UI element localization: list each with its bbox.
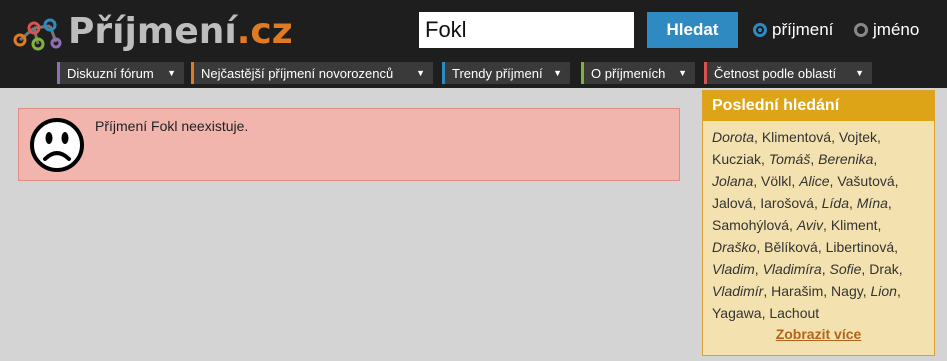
recent-search-link[interactable]: Lída [822, 195, 849, 211]
recent-search-link[interactable]: Völkl [761, 173, 791, 189]
nav-item-label: O příjmeních [591, 65, 666, 81]
nav-item-label: Trendy příjmení [452, 65, 543, 81]
recent-search-link[interactable]: Libertinová [826, 239, 895, 255]
radio-checked-icon [753, 23, 767, 37]
site-logo[interactable]: Příjmení.cz [12, 8, 293, 56]
recent-search-link[interactable]: Iarošová [760, 195, 814, 211]
recent-search-link[interactable]: Jolana [712, 173, 753, 189]
recent-search-link[interactable]: Samohýlová [712, 217, 789, 233]
search-button[interactable]: Hledat [647, 12, 738, 48]
dropdown-arrow-icon: ▼ [416, 68, 425, 78]
recent-search-link[interactable]: Sofie [830, 261, 862, 277]
recent-searches-panel: Poslední hledání Dorota, Klimentová, Voj… [702, 90, 935, 356]
recent-search-link[interactable]: Kucziak [712, 151, 761, 167]
dropdown-arrow-icon: ▼ [855, 68, 864, 78]
recent-search-link[interactable]: Berenika [818, 151, 873, 167]
recent-search-link[interactable]: Vladimíra [763, 261, 822, 277]
recent-search-link[interactable]: Tomáš [769, 151, 811, 167]
dropdown-arrow-icon: ▼ [553, 68, 562, 78]
show-more-link[interactable]: Zobrazit více [703, 326, 934, 342]
recent-search-link[interactable]: Drak [869, 261, 899, 277]
recent-searches-list: Dorota, Klimentová, Vojtek, Kucziak, Tom… [712, 129, 903, 321]
radio-name[interactable]: jméno [854, 20, 919, 40]
logo-text: Příjmení.cz [68, 8, 293, 56]
radio-name-label: jméno [873, 20, 920, 39]
recent-search-link[interactable]: Kliment [831, 217, 878, 233]
nav-item-newborn-names[interactable]: Nejčastější příjmení novorozenců ▼ [191, 62, 433, 84]
recent-search-link[interactable]: Lion [870, 283, 896, 299]
recent-search-link[interactable]: Yagawa [712, 305, 762, 321]
nav-item-trends[interactable]: Trendy příjmení ▼ [442, 62, 570, 84]
logo-icon [13, 18, 62, 51]
recent-searches-title: Poslední hledání [703, 91, 934, 121]
recent-search-link[interactable]: Aviv [797, 217, 823, 233]
recent-search-link[interactable]: Jalová [712, 195, 752, 211]
not-found-alert: Příjmení Fokl neexistuje. [18, 108, 680, 181]
alert-message: Příjmení Fokl neexistuje. [95, 118, 249, 134]
dropdown-arrow-icon: ▼ [167, 68, 176, 78]
nav-item-label: Nejčastější příjmení novorozenců [201, 65, 394, 81]
nav-item-label: Diskuzní fórum [67, 65, 154, 81]
nav-item-label: Četnost podle oblastí [714, 65, 837, 81]
recent-search-link[interactable]: Vladim [712, 261, 755, 277]
logo-tld: .cz [236, 11, 293, 52]
recent-search-link[interactable]: Dorota [712, 129, 754, 145]
recent-search-link[interactable]: Vašutová [837, 173, 894, 189]
recent-search-link[interactable]: Harašim [771, 283, 823, 299]
nav-item-forum[interactable]: Diskuzní fórum ▼ [57, 62, 184, 84]
recent-search-link[interactable]: Lachout [769, 305, 819, 321]
recent-search-link[interactable]: Vladimír [712, 283, 763, 299]
dropdown-arrow-icon: ▼ [678, 68, 687, 78]
nav-item-regional-frequency[interactable]: Četnost podle oblastí ▼ [704, 62, 872, 84]
search-input[interactable] [419, 12, 634, 48]
nav-item-about[interactable]: O příjmeních ▼ [581, 62, 695, 84]
recent-search-link[interactable]: Bělíková [764, 239, 818, 255]
sad-face-icon [30, 118, 84, 172]
logo-name: Příjmení [68, 11, 237, 52]
recent-search-link[interactable]: Mína [857, 195, 888, 211]
recent-search-link[interactable]: Alice [799, 173, 829, 189]
radio-surname[interactable]: příjmení [753, 20, 833, 40]
recent-search-link[interactable]: Klimentová [762, 129, 831, 145]
recent-search-link[interactable]: Vojtek [839, 129, 877, 145]
radio-surname-label: příjmení [772, 20, 834, 39]
recent-search-link[interactable]: Nagy [831, 283, 863, 299]
radio-unchecked-icon [854, 23, 868, 37]
recent-search-link[interactable]: Draško [712, 239, 756, 255]
